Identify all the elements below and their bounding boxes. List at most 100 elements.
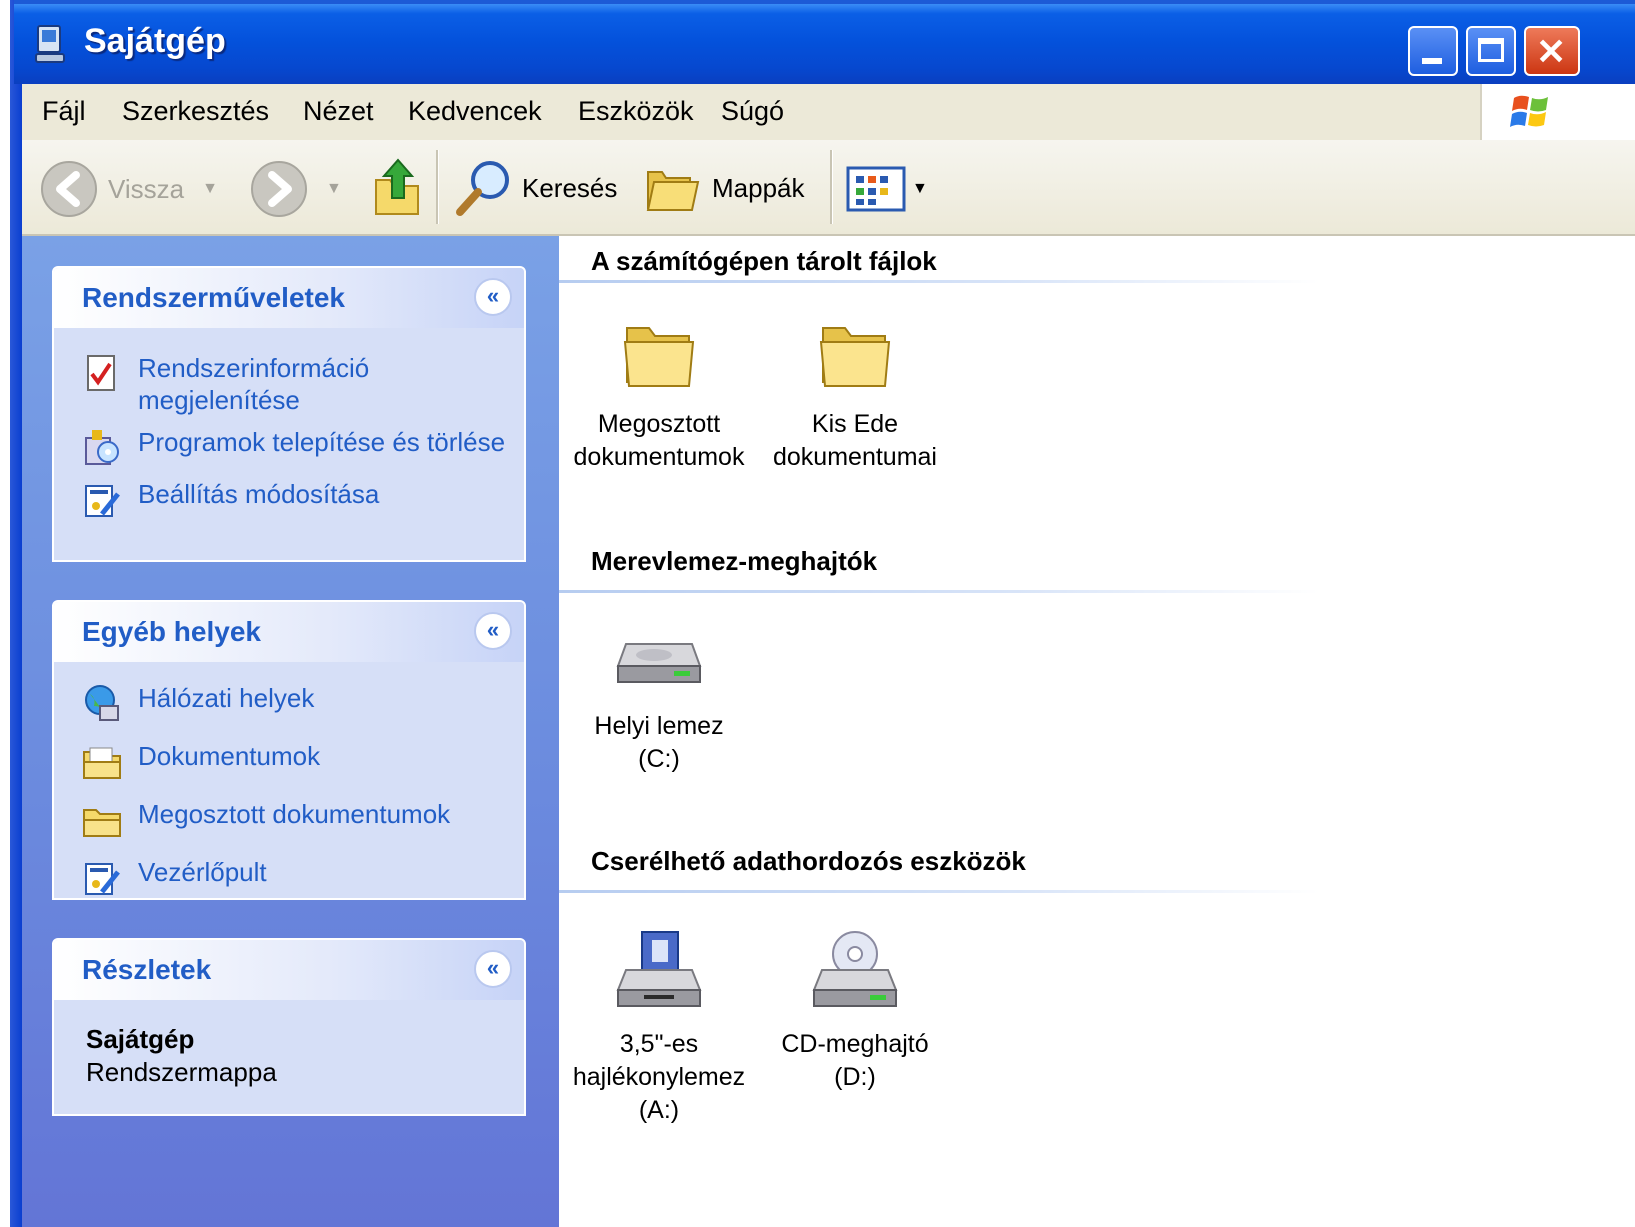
task-pane: Rendszerműveletek « Rendszerinformáció m… [22, 236, 559, 1227]
toolbar-separator [830, 150, 833, 224]
search-button[interactable]: Keresés [454, 158, 617, 218]
menu-bar: Fájl Szerkesztés Nézet Kedvencek Eszközö… [22, 84, 1635, 141]
toolbar: Vissza ▼ ▼ Keresés Mappák ▼ [22, 140, 1635, 236]
cd-drive-icon [812, 931, 898, 1007]
place-shared-documents[interactable]: Megosztott dokumentumok [82, 798, 524, 840]
close-button[interactable]: ✕ [1524, 26, 1580, 76]
details-header[interactable]: Részletek « [54, 940, 524, 1000]
item-label-line: hajlékonylemez [572, 1063, 746, 1091]
windows-flag-icon [1510, 95, 1548, 127]
maximize-button[interactable] [1466, 26, 1516, 76]
other-places-title: Egyéb helyek [82, 616, 261, 647]
back-dropdown-icon[interactable]: ▼ [202, 180, 218, 198]
toolbar-separator [436, 150, 439, 224]
item-label-line: Megosztott [597, 410, 721, 438]
back-label: Vissza [108, 173, 185, 204]
item-label-line: 3,5"-es [619, 1030, 699, 1058]
group-header-stored-files: A számítógépen tárolt fájlok [591, 246, 937, 276]
item-label-line: Kis Ede [811, 410, 899, 438]
file-view: A számítógépen tárolt fájlok Megosztott … [559, 236, 1635, 1227]
item-label-line: Helyi lemez [594, 712, 724, 740]
task-add-remove-programs[interactable]: Programok telepítése és törlése [82, 426, 524, 468]
up-folder-button[interactable] [372, 158, 424, 220]
drive-local-disk-c[interactable]: Helyi lemez (C:) [559, 636, 759, 776]
task-system-info[interactable]: Rendszerinformáció megjelenítése [82, 352, 524, 416]
menu-favorites[interactable]: Kedvencek [408, 96, 542, 127]
menu-help[interactable]: Súgó [721, 96, 784, 127]
item-label-line: (C:) [638, 745, 680, 773]
item-label-line: dokumentumok [573, 443, 745, 471]
group-divider [559, 590, 1319, 593]
forward-dropdown-icon[interactable]: ▼ [326, 180, 342, 198]
collapse-chevron-icon[interactable]: « [474, 278, 512, 316]
place-label: Vezérlőpult [138, 857, 267, 887]
folders-label: Mappák [712, 172, 805, 203]
details-item-name: Sajátgép [86, 1024, 195, 1054]
menu-tools[interactable]: Eszközök [578, 96, 694, 127]
minimize-button[interactable] [1408, 26, 1458, 76]
item-label-line: dokumentumai [773, 443, 937, 471]
menu-edit[interactable]: Szerkesztés [122, 96, 269, 127]
details-title: Részletek [82, 954, 212, 985]
item-label-line: (A:) [638, 1096, 680, 1124]
place-label: Megosztott dokumentumok [138, 799, 451, 829]
folder-user-documents[interactable]: Kis Ede dokumentumai [755, 320, 955, 474]
details-panel: Részletek « Sajátgép Rendszermappa [52, 938, 526, 1116]
floppy-drive-icon [616, 931, 702, 1007]
control-panel-icon [85, 485, 120, 517]
explorer-window: Sajátgép ✕ Fájl Szerkesztés Nézet Kedven… [0, 0, 1635, 1227]
task-label: Beállítás módosítása [138, 479, 380, 509]
views-icon [846, 166, 906, 212]
task-change-setting[interactable]: Beállítás módosítása [82, 478, 524, 520]
group-header-removable: Cserélhető adathordozós eszközök [591, 846, 1026, 876]
folder-shared-documents[interactable]: Megosztott dokumentumok [559, 320, 759, 474]
minimize-icon [1422, 58, 1442, 64]
place-network[interactable]: Hálózati helyek [82, 682, 524, 724]
forward-arrow-icon [251, 161, 307, 217]
control-panel-icon [85, 863, 120, 895]
folder-up-icon [375, 158, 419, 215]
item-label-line: (D:) [834, 1063, 876, 1091]
windows-logo-area [1480, 84, 1635, 140]
title-bar[interactable]: Sajátgép ✕ [14, 0, 1635, 84]
group-header-hard-drives: Merevlemez-meghajtók [591, 546, 878, 576]
details-item-type: Rendszermappa [86, 1057, 277, 1087]
network-places-icon [85, 685, 119, 721]
collapse-chevron-icon[interactable]: « [474, 612, 512, 650]
task-label: Rendszerinformáció megjelenítése [138, 353, 370, 415]
system-tasks-title: Rendszerműveletek [82, 282, 346, 313]
maximize-icon [1478, 38, 1504, 62]
forward-button[interactable]: ▼ [250, 160, 342, 218]
shared-folder-icon [83, 809, 121, 837]
folders-button[interactable]: Mappák [644, 160, 805, 216]
system-tasks-header[interactable]: Rendszerműveletek « [54, 268, 524, 328]
search-label: Keresés [522, 172, 618, 203]
views-dropdown-icon[interactable]: ▼ [912, 180, 928, 198]
place-control-panel[interactable]: Vezérlőpult [82, 856, 524, 898]
collapse-chevron-icon[interactable]: « [474, 950, 512, 988]
window-left-border [0, 0, 22, 1227]
my-documents-icon [83, 747, 121, 779]
other-places-header[interactable]: Egyéb helyek « [54, 602, 524, 662]
system-info-icon [87, 355, 115, 391]
folders-icon [646, 171, 700, 211]
place-label: Hálózati helyek [138, 683, 315, 713]
menu-view[interactable]: Nézet [303, 96, 374, 127]
place-my-documents[interactable]: Dokumentumok [82, 740, 524, 782]
add-remove-programs-icon [85, 430, 119, 465]
task-label: Programok telepítése és törlése [138, 427, 506, 457]
other-places-panel: Egyéb helyek « Hálózati helyek Dokumentu… [52, 600, 526, 900]
close-icon: ✕ [1536, 31, 1567, 72]
views-button[interactable]: ▼ [846, 166, 928, 212]
drive-floppy-a[interactable]: 3,5"-es hajlékonylemez (A:) [559, 930, 759, 1127]
folder-icon [819, 327, 891, 387]
hard-drive-icon [616, 643, 702, 683]
back-arrow-icon [41, 161, 97, 217]
drive-cd-d[interactable]: CD-meghajtó (D:) [755, 930, 955, 1094]
item-label-line: CD-meghajtó [781, 1030, 929, 1058]
group-divider [559, 280, 1319, 283]
folder-icon [623, 327, 695, 387]
group-divider [559, 890, 1319, 893]
back-button[interactable]: Vissza ▼ [40, 160, 218, 218]
menu-file[interactable]: Fájl [42, 96, 86, 127]
